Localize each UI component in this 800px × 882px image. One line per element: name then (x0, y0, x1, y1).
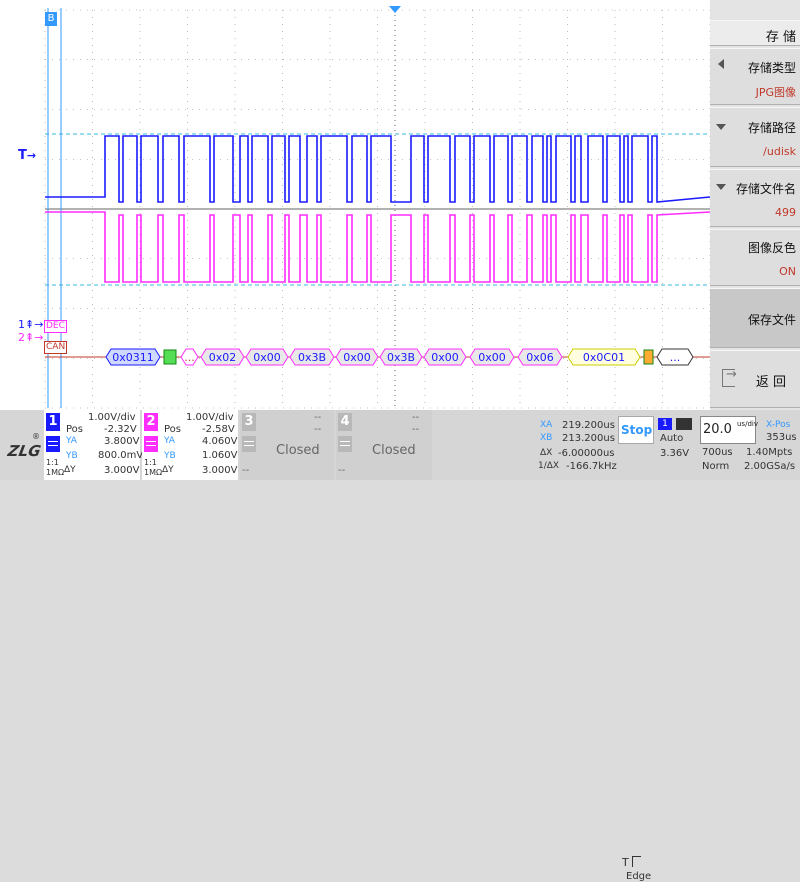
ch3-badge: 3 (242, 413, 256, 431)
trigger-panel[interactable]: 1 Auto 3.36V (656, 410, 698, 480)
ch2-ground-marker[interactable]: 2⇞→ (18, 331, 43, 344)
bus-frame-label: 0x00 (343, 351, 371, 364)
timebase-panel[interactable]: 20.0 us/div X-Pos 353us 700us 1.40Mpts N… (698, 410, 800, 480)
cursor-b-label[interactable]: B (45, 12, 57, 26)
ch2-coupling-icon (144, 436, 158, 452)
ch1-marker-label: 1 (18, 318, 25, 331)
ch1-ground-marker[interactable]: 1⇞→ (18, 318, 43, 331)
menu-item-invert-image[interactable]: 图像反色 ON (710, 229, 800, 286)
ch4-coupling-icon (338, 436, 352, 452)
timebase-scale: 20.0 us/div (700, 416, 758, 444)
channel-4-panel[interactable]: 4 -- -- Closed -- (336, 410, 432, 480)
channel-2-panel[interactable]: 2 1.00V/div Pos -2.58V YA 4.060V YB 1.06… (142, 410, 238, 480)
save-file-button[interactable]: 保存文件 (710, 288, 800, 348)
channel-3-panel[interactable]: 3 -- -- Closed -- (240, 410, 334, 480)
menu-item-storage-type[interactable]: 存储类型 JPG图像 (710, 48, 800, 105)
trigger-type: Edge (626, 871, 652, 882)
triangle-down-icon (716, 184, 726, 190)
bus-frame-label: 0x06 (526, 351, 554, 364)
bus-frame-label: 0x3B (387, 351, 415, 364)
ch1-badge: 1 (46, 413, 60, 431)
ch4-closed-label: Closed (372, 443, 416, 458)
triangle-down-icon (716, 124, 726, 130)
can-label: CAN (44, 341, 68, 354)
ch3-coupling-icon (242, 436, 256, 452)
back-button[interactable]: → 返 回 (710, 350, 800, 408)
registered-icon: ® (32, 432, 40, 441)
run-state-indicator[interactable]: Stop (618, 416, 654, 444)
trigger-level-marker[interactable]: T→ (18, 148, 36, 163)
bus-frame-label: 0x00 (253, 351, 281, 364)
ch4-badge: 4 (338, 413, 352, 431)
bus-frame-label: ... (184, 351, 195, 364)
bus-crc-marker (643, 349, 654, 365)
waveform-canvas: 0x0311... 0x02 0x00 0x3B 0x00 0x3B 0x00 0x00 0x0… (44, 6, 710, 409)
bus-frame-label: 0x0C01 (583, 351, 625, 364)
trigger-marker-label: T (18, 148, 27, 163)
waveform-display[interactable]: 0x0311... 0x02 0x00 0x3B 0x00 0x3B 0x00 0x00 0x0… (0, 0, 710, 410)
bus-frame-label: ... (670, 351, 681, 364)
trigger-coupling-icon (676, 418, 692, 430)
bus-frame-label: 0x0311 (112, 351, 154, 364)
menu-title: 存 储 (710, 20, 800, 46)
storage-menu: 存 储 存储类型 JPG图像 存储路径 /udisk 存储文件名 499 图像反… (710, 0, 800, 410)
cursor-readout[interactable]: XA 219.200us XB 213.200us ΔX -6.00000us … (536, 410, 617, 480)
chevron-left-icon (718, 59, 724, 69)
status-bar: ZLG ® 1 1.00V/div Pos -2.32V YA 3.800V Y… (0, 410, 800, 882)
back-arrow-icon: → (726, 367, 737, 382)
bus-frame-label: 0x02 (209, 351, 237, 364)
ch1-coupling-icon (46, 436, 60, 452)
ch2-marker-label: 2 (18, 331, 25, 344)
bus-frame-label: 0x00 (431, 351, 459, 364)
trigger-source-badge: 1 (658, 418, 672, 430)
ch2-waveform (45, 211, 710, 283)
ch2-badge: 2 (144, 413, 158, 431)
menu-item-file-name[interactable]: 存储文件名 499 (710, 169, 800, 227)
trigger-position-marker (389, 6, 401, 13)
dec-label: DEC (44, 320, 67, 333)
ch3-closed-label: Closed (276, 443, 320, 458)
channel-1-panel[interactable]: 1 1.00V/div Pos -2.32V YA 3.800V YB 800.… (44, 410, 143, 480)
bus-ack-marker (163, 349, 177, 365)
zlg-logo: ZLG ® (6, 432, 43, 460)
menu-item-storage-path[interactable]: 存储路径 /udisk (710, 107, 800, 167)
bus-frame-label: 0x3B (298, 351, 326, 364)
bus-frame-label: 0x00 (478, 351, 506, 364)
